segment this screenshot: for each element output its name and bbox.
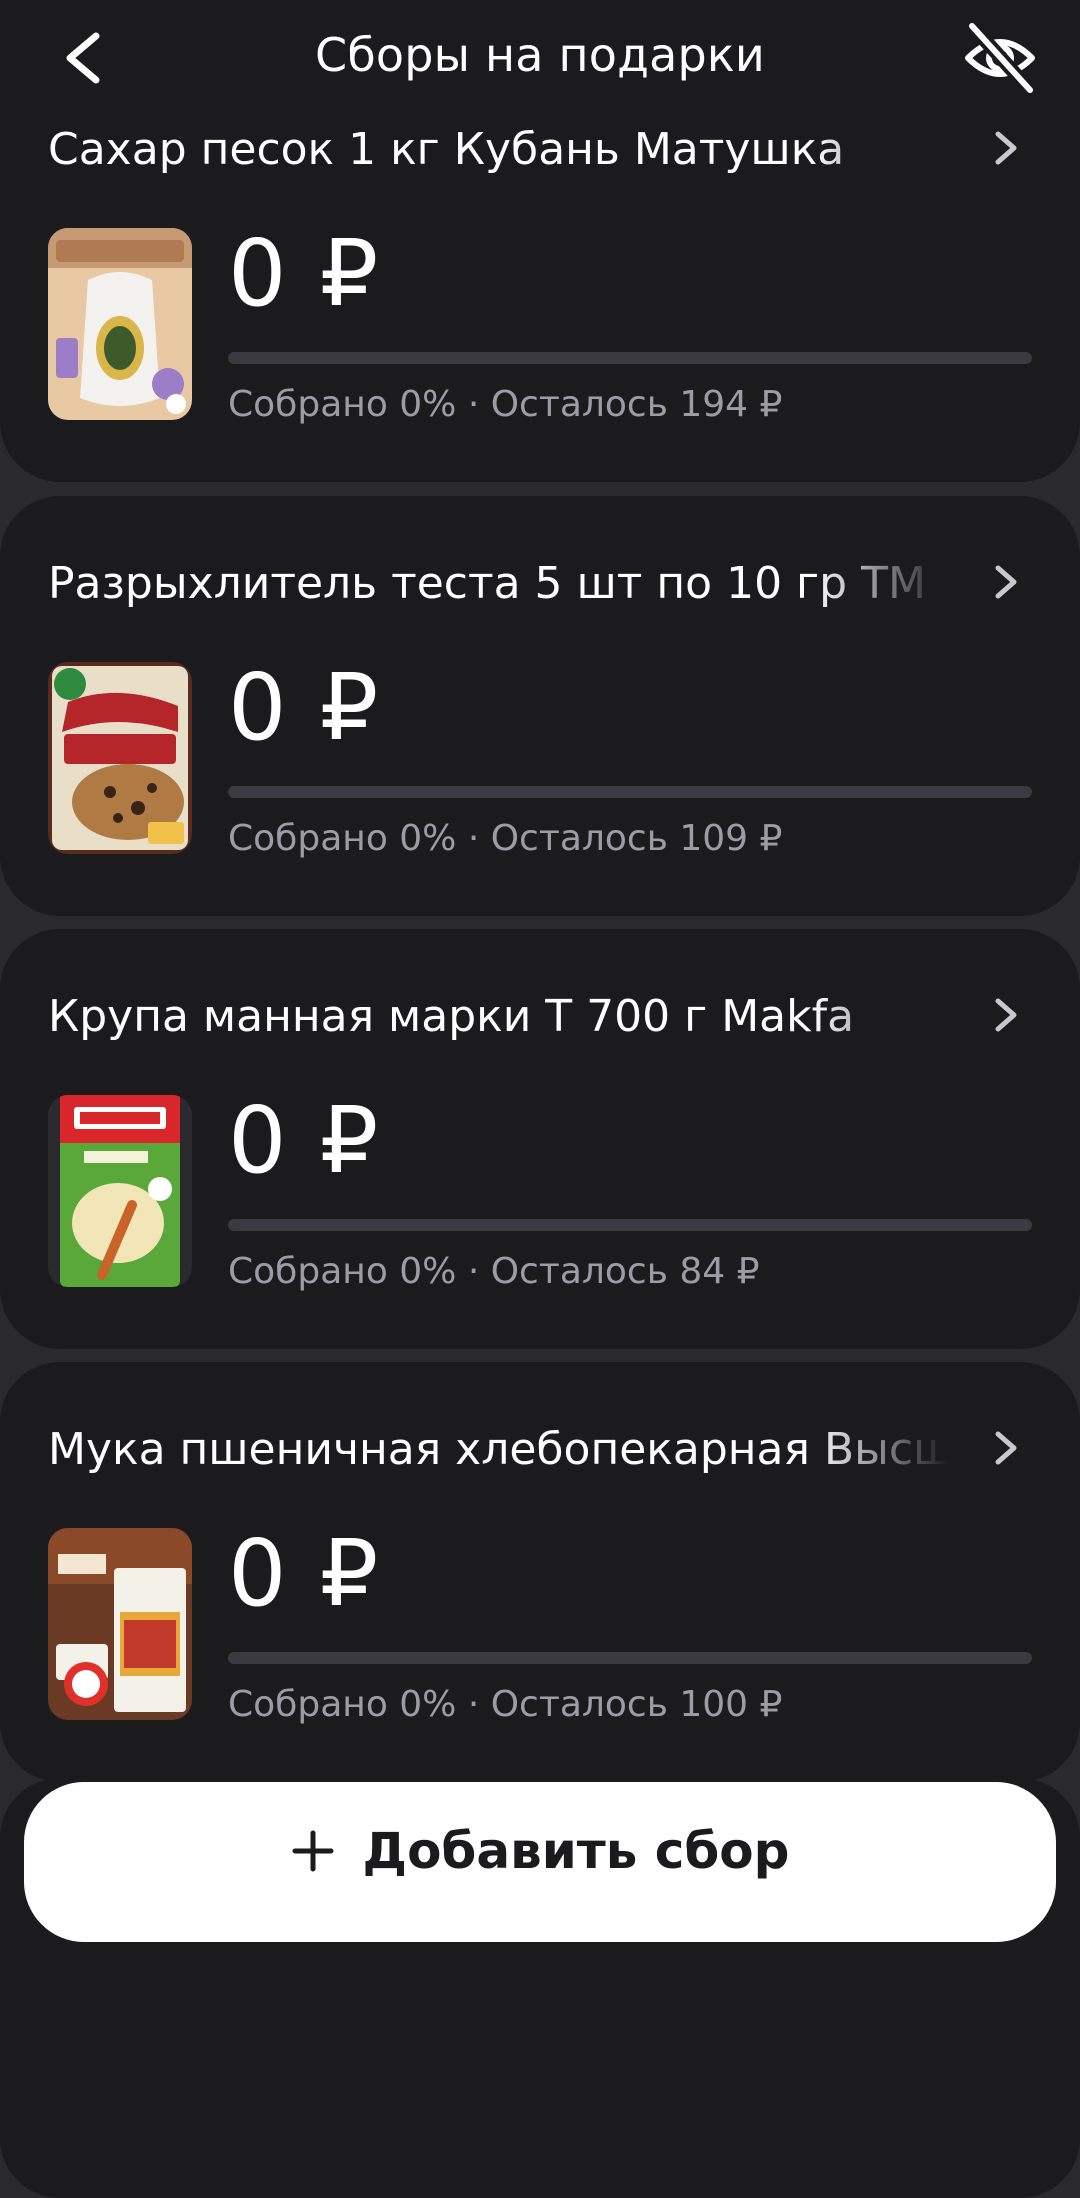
add-collection-label: Добавить сбор bbox=[362, 1822, 790, 1880]
collection-title: Крупа манная марки Т 700 г Makfa bbox=[48, 991, 855, 1042]
progress-status: Собрано 0% · Осталось 194 ₽ bbox=[228, 384, 783, 425]
product-image-sugar bbox=[48, 228, 192, 420]
chevron-right-icon bbox=[995, 998, 1017, 1032]
eye-off-icon bbox=[965, 19, 1037, 97]
page-title: Сборы на подарки bbox=[315, 28, 765, 82]
collection-title: Разрыхлитель теста 5 шт по 10 гр ТМ bbox=[48, 558, 926, 609]
collection-card[interactable]: Разрыхлитель теста 5 шт по 10 гр ТМ 0 ₽ … bbox=[0, 496, 1080, 916]
collected-amount: 0 ₽ bbox=[228, 220, 381, 327]
chevron-right-icon bbox=[995, 131, 1017, 165]
progress-status: Собрано 0% · Осталось 109 ₽ bbox=[228, 818, 783, 859]
product-image-semolina bbox=[48, 1095, 192, 1287]
collected-amount: 0 ₽ bbox=[228, 1087, 381, 1194]
progress-bar bbox=[228, 1652, 1032, 1664]
progress-bar bbox=[228, 1219, 1032, 1231]
plus-icon bbox=[292, 1830, 334, 1872]
collection-card[interactable]: Крупа манная марки Т 700 г Makfa 0 ₽ Соб… bbox=[0, 929, 1080, 1349]
collection-card[interactable]: Сахар песок 1 кг Кубань Матушка 0 ₽ Собр… bbox=[0, 62, 1080, 482]
top-bar: Сборы на подарки bbox=[0, 0, 1080, 118]
collection-card[interactable]: Мука пшеничная хлебопекарная Высш 0 ₽ Со… bbox=[0, 1362, 1080, 1782]
collection-title: Сахар песок 1 кг Кубань Матушка bbox=[48, 124, 845, 175]
hide-amounts-button[interactable] bbox=[960, 18, 1040, 98]
progress-status: Собрано 0% · Осталось 84 ₽ bbox=[228, 1251, 760, 1292]
product-image-flour bbox=[48, 1528, 192, 1720]
progress-status: Собрано 0% · Осталось 100 ₽ bbox=[228, 1684, 783, 1725]
progress-bar bbox=[228, 786, 1032, 798]
collection-title: Мука пшеничная хлебопекарная Высш bbox=[48, 1424, 948, 1475]
add-collection-button[interactable]: Добавить сбор bbox=[24, 1782, 1056, 1942]
collected-amount: 0 ₽ bbox=[228, 1520, 381, 1627]
product-image-baking-powder bbox=[48, 662, 192, 854]
progress-bar bbox=[228, 352, 1032, 364]
chevron-right-icon bbox=[995, 1431, 1017, 1465]
collected-amount: 0 ₽ bbox=[228, 654, 381, 761]
chevron-right-icon bbox=[995, 565, 1017, 599]
